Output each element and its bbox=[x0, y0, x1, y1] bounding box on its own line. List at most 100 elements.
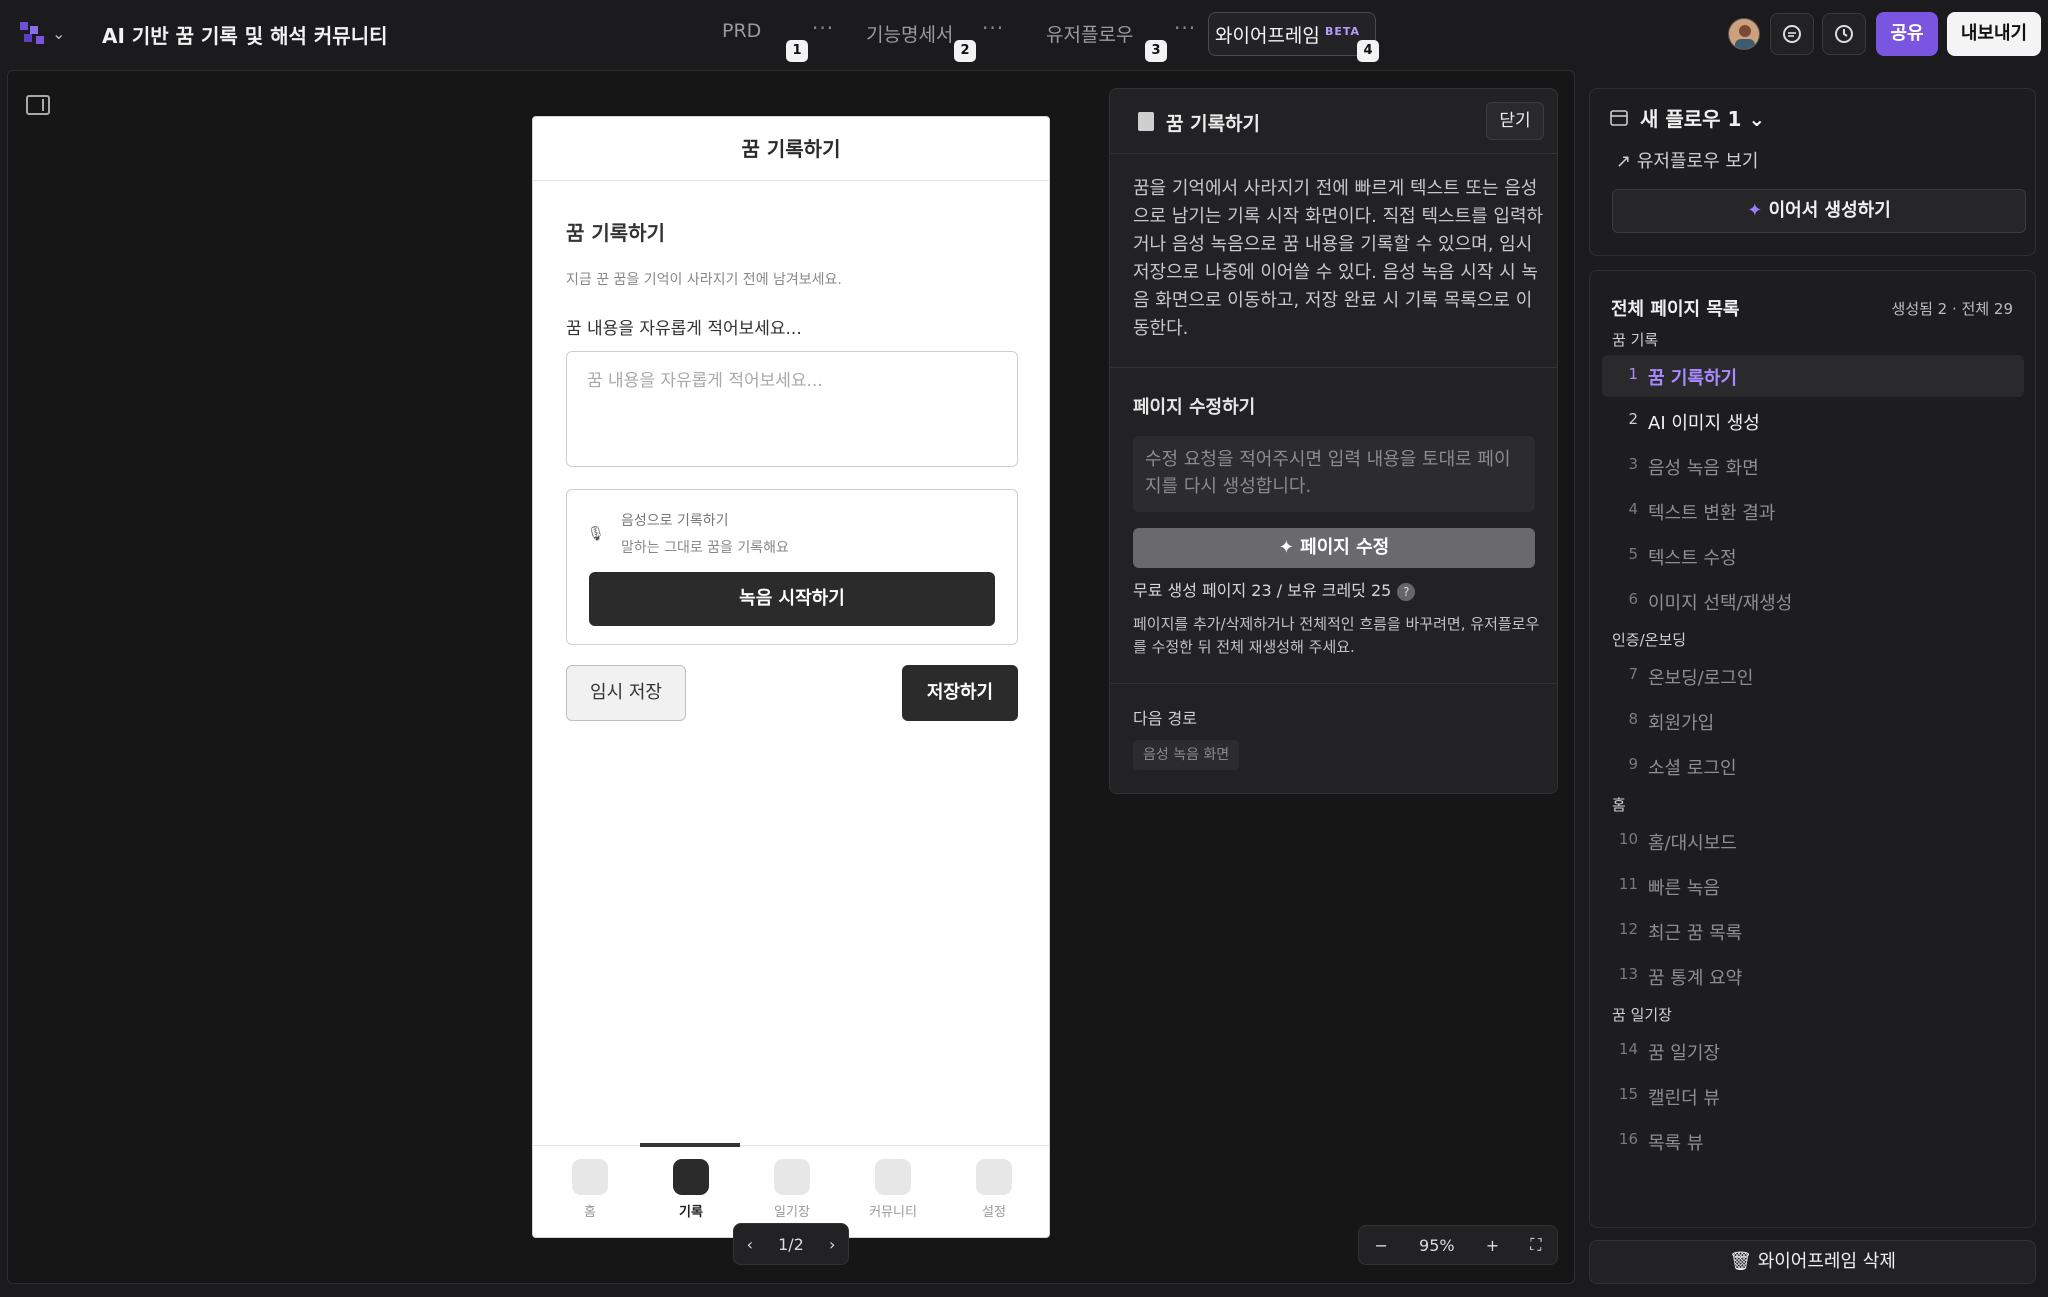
screen-title: 꿈 기록하기 bbox=[566, 221, 665, 245]
close-button[interactable]: 닫기 bbox=[1486, 102, 1544, 140]
zoom-in-icon[interactable]: + bbox=[1486, 1236, 1499, 1255]
page-label: 음성 녹음 화면 bbox=[1648, 458, 1759, 479]
page-number: 10 bbox=[1618, 830, 1638, 848]
page-label: 목록 뷰 bbox=[1648, 1133, 1704, 1154]
page-label: 홈/대시보드 bbox=[1648, 833, 1737, 854]
nav-item-home[interactable]: 홈 bbox=[560, 1159, 620, 1220]
zoom-control: − 95% + ⛶ bbox=[1358, 1225, 1558, 1265]
page-number: 12 bbox=[1618, 920, 1638, 938]
start-recording-button[interactable]: 녹음 시작하기 bbox=[589, 572, 995, 626]
tab-userflow-badge: 3 bbox=[1145, 40, 1167, 62]
zoom-out-icon[interactable]: − bbox=[1375, 1236, 1388, 1255]
page-count: 생성됨 2 · 전체 29 bbox=[1891, 300, 2013, 318]
flow-card: 새 플로우 1 ⌄ ↗ 유저플로우 보기 ✦ 이어서 생성하기 bbox=[1589, 88, 2036, 256]
delete-wireframe-button[interactable]: 🗑 와이어프레임 삭제 bbox=[1589, 1240, 2036, 1284]
comment-button[interactable] bbox=[1770, 13, 1814, 55]
nav-item-record[interactable]: 기록 bbox=[661, 1159, 721, 1220]
project-title: AI 기반 꿈 기록 및 해석 커뮤니티 bbox=[102, 24, 388, 48]
home-icon bbox=[572, 1159, 608, 1195]
fullscreen-icon[interactable]: ⛶ bbox=[1530, 1235, 1541, 1255]
page-number: 6 bbox=[1628, 590, 1638, 608]
page-number: 16 bbox=[1618, 1130, 1638, 1148]
dream-textarea[interactable]: 꿈 내용을 자유롭게 적어보세요... bbox=[566, 351, 1018, 467]
arrow-up-right-icon: ↗ bbox=[1616, 151, 1632, 172]
page-label: 이미지 선택/재생성 bbox=[1648, 593, 1793, 614]
edit-page-button[interactable]: ✦ 페이지 수정 bbox=[1133, 528, 1535, 568]
pager-text: 1/2 bbox=[778, 1234, 804, 1254]
divider bbox=[1110, 367, 1557, 368]
page-list-panel: 전체 페이지 목록 생성됨 2 · 전체 29 꿈 기록 1 꿈 기록하기 2 AI 이… bbox=[1589, 270, 2036, 1228]
continue-generate-button[interactable]: ✦ 이어서 생성하기 bbox=[1612, 189, 2026, 233]
tab-prd-more-icon[interactable]: ··· bbox=[812, 16, 834, 40]
nav-item-diary[interactable]: 일기장 bbox=[762, 1159, 822, 1220]
page-list-item[interactable]: 13 꿈 통계 요약 bbox=[1602, 955, 2024, 997]
page-list-item[interactable]: 10 홈/대시보드 bbox=[1602, 820, 2024, 862]
page-list-item[interactable]: 3 음성 녹음 화면 bbox=[1602, 445, 2024, 487]
tab-spec-more-icon[interactable]: ··· bbox=[982, 16, 1004, 40]
page-list-item[interactable]: 2 AI 이미지 생성 bbox=[1602, 400, 2024, 442]
delete-wireframe-label: 와이어프레임 삭제 bbox=[1757, 1251, 1896, 1272]
divider bbox=[1110, 683, 1557, 684]
document-icon bbox=[1138, 112, 1154, 131]
temp-save-button[interactable]: 임시 저장 bbox=[566, 665, 686, 721]
page-list-item[interactable]: 4 텍스트 변환 결과 bbox=[1602, 490, 2024, 532]
share-button[interactable]: 공유 bbox=[1876, 12, 1938, 56]
tab-prd-badge: 1 bbox=[786, 40, 808, 62]
record-icon bbox=[673, 1159, 709, 1195]
chevron-right-icon[interactable]: › bbox=[829, 1235, 835, 1254]
tab-spec[interactable]: 기능명세서 bbox=[866, 20, 953, 47]
tab-userflow-more-icon[interactable]: ··· bbox=[1174, 16, 1196, 40]
page-label: 꿈 기록하기 bbox=[1648, 368, 1738, 389]
flow-icon bbox=[1610, 110, 1628, 126]
page-group-label: 꿈 일기장 bbox=[1612, 1006, 1672, 1024]
nav-item-settings[interactable]: 설정 bbox=[964, 1159, 1024, 1220]
view-userflow-link[interactable]: ↗ 유저플로우 보기 bbox=[1616, 147, 1758, 173]
diary-icon bbox=[774, 1159, 810, 1195]
page-list-item[interactable]: 8 회원가입 bbox=[1602, 700, 2024, 742]
top-bar: ⌄ AI 기반 꿈 기록 및 해석 커뮤니티 PRD ··· 1 기능명세서 ·… bbox=[0, 0, 2048, 68]
sidebar-toggle-icon[interactable] bbox=[26, 95, 50, 115]
page-number: 13 bbox=[1618, 965, 1638, 983]
page-number: 7 bbox=[1628, 665, 1638, 683]
page-label: AI 이미지 생성 bbox=[1648, 413, 1760, 434]
divider bbox=[1110, 153, 1557, 154]
page-list-item[interactable]: 15 캘린더 뷰 bbox=[1602, 1075, 2024, 1117]
chevron-down-icon[interactable]: ⌄ bbox=[52, 24, 65, 43]
page-list-item[interactable]: 12 최근 꿈 목록 bbox=[1602, 910, 2024, 952]
export-button[interactable]: 내보내기 bbox=[1947, 12, 2041, 56]
page-list-item[interactable]: 11 빠른 녹음 bbox=[1602, 865, 2024, 907]
flow-select[interactable]: 새 플로우 1 ⌄ bbox=[1640, 103, 1765, 132]
nav-item-community[interactable]: 커뮤니티 bbox=[863, 1159, 923, 1220]
page-list-item[interactable]: 14 꿈 일기장 bbox=[1602, 1030, 2024, 1072]
tab-prd[interactable]: PRD bbox=[722, 20, 761, 42]
beta-badge: BETA bbox=[1325, 25, 1361, 38]
edit-request-input[interactable]: 수정 요청을 적어주시면 입력 내용을 토대로 페이지를 다시 생성합니다. bbox=[1133, 436, 1535, 512]
page-number: 2 bbox=[1628, 410, 1638, 428]
page-number: 8 bbox=[1628, 710, 1638, 728]
trash-icon: 🗑 bbox=[1729, 1251, 1752, 1272]
phone-wireframe[interactable]: 꿈 기록하기 꿈 기록하기 지금 꾼 꿈을 기억이 사라지기 전에 남겨보세요.… bbox=[532, 116, 1050, 1238]
screen-header: 꿈 기록하기 bbox=[533, 117, 1049, 181]
avatar[interactable] bbox=[1728, 18, 1760, 50]
nav-active-indicator bbox=[640, 1143, 740, 1147]
history-button[interactable] bbox=[1822, 13, 1866, 55]
page-list-item[interactable]: 6 이미지 선택/재생성 bbox=[1602, 580, 2024, 622]
save-button[interactable]: 저장하기 bbox=[902, 665, 1018, 721]
chevron-left-icon[interactable]: ‹ bbox=[747, 1235, 753, 1254]
help-icon[interactable]: ? bbox=[1397, 582, 1416, 601]
continue-generate-label: 이어서 생성하기 bbox=[1768, 200, 1891, 221]
page-list-item[interactable]: 7 온보딩/로그인 bbox=[1602, 655, 2024, 697]
tab-userflow[interactable]: 유저플로우 bbox=[1046, 20, 1133, 47]
app-logo-icon[interactable] bbox=[20, 22, 48, 46]
edit-note: 페이지를 추가/삭제하거나 전체적인 흐름을 바꾸려면, 유저플로우를 수정한 … bbox=[1133, 615, 1540, 656]
next-route-chip[interactable]: 음성 녹음 화면 bbox=[1133, 740, 1240, 770]
edit-section-title: 페이지 수정하기 bbox=[1133, 397, 1256, 418]
flow-title: 새 플로우 1 bbox=[1640, 107, 1742, 131]
tab-wireframe-badge: 4 bbox=[1357, 40, 1379, 62]
quota-text: 무료 생성 페이지 23 / 보유 크레딧 25? bbox=[1133, 577, 1416, 601]
page-list-item[interactable]: 16 목록 뷰 bbox=[1602, 1120, 2024, 1162]
page-list-item[interactable]: 1 꿈 기록하기 bbox=[1602, 355, 2024, 397]
page-list-item[interactable]: 9 소셜 로그인 bbox=[1602, 745, 2024, 787]
page-list-item[interactable]: 5 텍스트 수정 bbox=[1602, 535, 2024, 577]
tab-wireframe-label: 와이어프레임 bbox=[1215, 25, 1320, 47]
